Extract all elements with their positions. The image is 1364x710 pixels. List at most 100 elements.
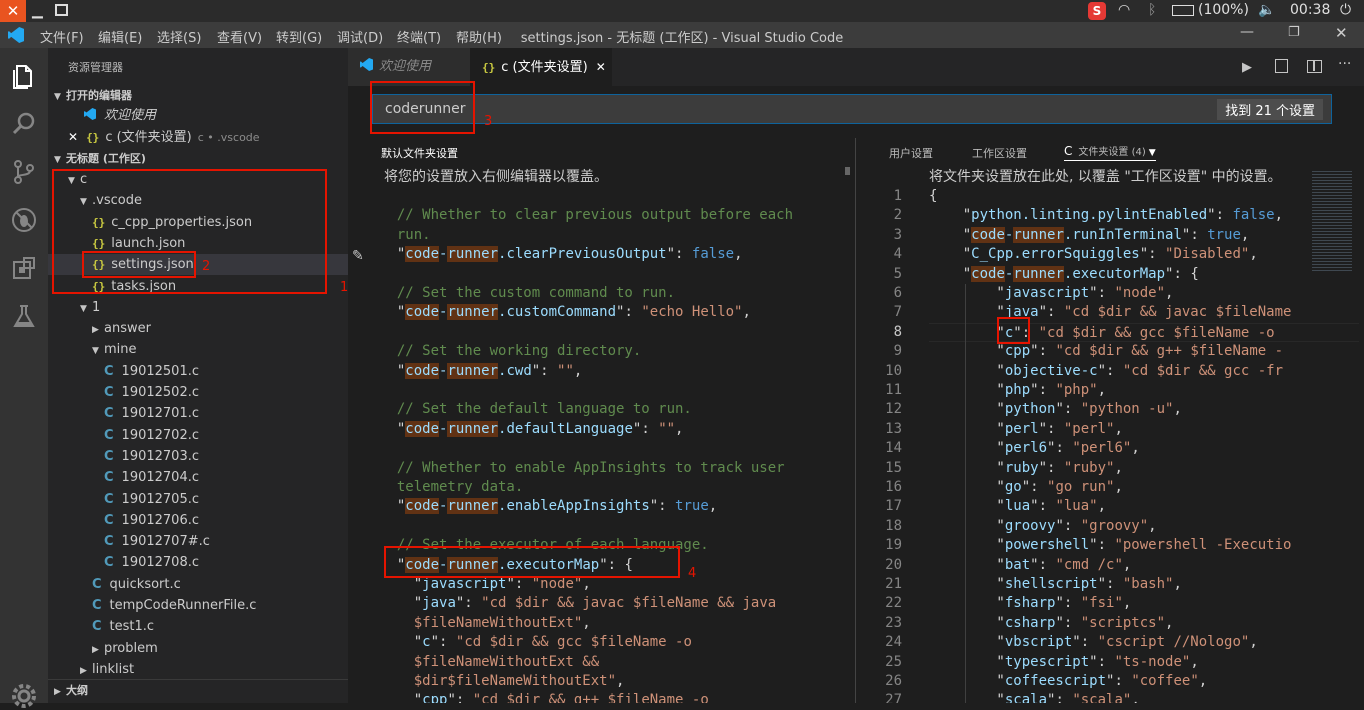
code-line: $fileNameWithoutExt && — [380, 653, 600, 670]
code-line[interactable]: "C_Cpp.errorSquiggles": "Disabled", — [929, 245, 1258, 264]
open-editors-section[interactable]: ▼ 打开的编辑器 — [48, 85, 348, 106]
close-window-button[interactable]: ✕ — [0, 0, 26, 22]
code-line[interactable]: "perl6": "perl6", — [929, 439, 1139, 458]
tree-item[interactable]: C 19012708.c — [48, 552, 348, 573]
open-editor-folder-settings[interactable]: ✕{} c (文件夹设置) c • .vscode — [48, 127, 348, 148]
tree-item[interactable]: C 19012705.c — [48, 489, 348, 510]
menu-item[interactable]: 帮助(H) — [456, 27, 502, 46]
code-line[interactable]: "fsharp": "fsi", — [929, 594, 1131, 613]
code-line[interactable]: "cpp": "cd $dir && g++ $fileName - — [929, 342, 1283, 361]
tree-item[interactable]: C 19012703.c — [48, 446, 348, 467]
code-line[interactable]: { — [929, 187, 937, 206]
tree-item[interactable]: C 19012702.c — [48, 425, 348, 446]
restore-button[interactable]: ❐ — [1288, 25, 1300, 40]
line-number: 25 — [885, 653, 902, 670]
tree-item[interactable]: C 19012701.c — [48, 403, 348, 424]
tree-item-label: test1.c — [109, 619, 155, 635]
code-line: "c": "cd $dir && gcc $fileName -o — [380, 634, 692, 651]
line-number: 11 — [885, 382, 902, 398]
outline-section[interactable]: ▶ 大纲 — [48, 679, 348, 700]
close-icon[interactable]: ✕ — [68, 130, 78, 144]
tree-item[interactable]: Cquicksort.c — [48, 574, 348, 595]
tree-item[interactable]: C 19012706.c — [48, 510, 348, 531]
code-line[interactable]: "python.linting.pylintEnabled": false, — [929, 206, 1283, 225]
search-icon[interactable] — [10, 110, 38, 138]
minimize-window-button[interactable]: ▁ — [32, 4, 43, 18]
volume-icon[interactable]: 🔈 — [1258, 2, 1275, 18]
code-line[interactable]: "java": "cd $dir && javac $fileName — [929, 303, 1291, 322]
edit-pencil-icon[interactable]: ✎ — [352, 248, 364, 264]
bluetooth-icon[interactable]: ᛒ — [1148, 2, 1156, 18]
code-line[interactable]: "groovy": "groovy", — [929, 517, 1156, 536]
minimize-button[interactable]: — — [1240, 24, 1254, 40]
run-code-icon[interactable]: ▶ — [1242, 60, 1252, 75]
code-line[interactable]: "bat": "cmd /c", — [929, 556, 1131, 575]
tree-item[interactable]: ▶ linklist — [48, 659, 348, 680]
code-line[interactable]: "code-runner.runInTerminal": true, — [929, 226, 1249, 245]
source-control-icon[interactable] — [10, 158, 38, 186]
code-line[interactable]: "objective-c": "cd $dir && gcc -fr — [929, 362, 1283, 381]
close-button[interactable]: ✕ — [1335, 24, 1348, 42]
open-editor-welcome[interactable]: 欢迎使用 — [48, 105, 348, 126]
menu-item[interactable]: 编辑(E) — [98, 27, 142, 46]
tree-item[interactable]: C 19012501.c — [48, 361, 348, 382]
test-flask-icon[interactable] — [10, 302, 38, 330]
battery-icon[interactable] — [1172, 5, 1194, 16]
code-line[interactable]: "scala": "scala", — [929, 691, 1139, 703]
close-icon[interactable]: ✕ — [596, 60, 606, 74]
minimap[interactable] — [1312, 171, 1352, 271]
split-editor-icon[interactable] — [1307, 60, 1322, 73]
power-icon[interactable]: ⏻ — [1340, 2, 1351, 18]
explorer-icon[interactable] — [10, 62, 38, 90]
code-line[interactable]: "c": "cd $dir && gcc $fileName -o — [929, 322, 1359, 343]
maximize-window-button[interactable] — [55, 4, 68, 16]
settings-gear-icon[interactable] — [10, 682, 38, 710]
c-file-icon: C — [104, 448, 114, 464]
tab-folder-settings-select[interactable]: C 文件夹设置 (4) ▼ — [1064, 143, 1156, 161]
code-line[interactable]: "powershell": "powershell -Executio — [929, 536, 1291, 555]
tree-item[interactable]: C 19012502.c — [48, 382, 348, 403]
code-line[interactable]: "ruby": "ruby", — [929, 459, 1122, 478]
menu-item[interactable]: 查看(V) — [217, 27, 262, 46]
menu-item[interactable]: 文件(F) — [40, 27, 84, 46]
code-line[interactable]: "shellscript": "bash", — [929, 575, 1181, 594]
menu-item[interactable]: 转到(G) — [276, 27, 322, 46]
more-actions-icon[interactable]: ··· — [1338, 56, 1351, 72]
tree-item-label: answer — [104, 321, 151, 337]
tab-workspace-settings[interactable]: 工作区设置 — [972, 145, 1027, 161]
tab-folder-settings[interactable]: {} c (文件夹设置) ✕ — [470, 48, 612, 86]
tree-item[interactable]: Ctest1.c — [48, 616, 348, 637]
tree-item[interactable]: C 19012707#.c — [48, 531, 348, 552]
tree-item[interactable]: ▶ answer — [48, 318, 348, 339]
menu-item[interactable]: 调试(D) — [337, 27, 383, 46]
tree-item-label: 19012703.c — [121, 448, 199, 464]
workspace-section[interactable]: ▼ 无标题 (工作区) — [48, 148, 348, 169]
tree-item[interactable]: ▼ 1 — [48, 297, 348, 318]
tab-user-settings[interactable]: 用户设置 — [889, 145, 933, 161]
code-line[interactable]: "python": "python -u", — [929, 400, 1181, 419]
code-line[interactable]: "code-runner.executorMap": { — [929, 265, 1199, 284]
tree-item[interactable]: ▶ problem — [48, 638, 348, 659]
code-line[interactable]: "vbscript": "cscript //Nologo", — [929, 633, 1257, 652]
code-line[interactable]: "lua": "lua", — [929, 497, 1106, 516]
debug-icon[interactable] — [10, 206, 38, 234]
code-line[interactable]: "go": "go run", — [929, 478, 1122, 497]
settings-search-box[interactable]: 找到 21 个设置 — [372, 94, 1332, 124]
tree-item[interactable]: ▼ mine — [48, 339, 348, 360]
settings-search-input[interactable] — [385, 99, 985, 119]
code-line[interactable]: "php": "php", — [929, 381, 1106, 400]
tree-item[interactable]: CtempCodeRunnerFile.c — [48, 595, 348, 616]
menu-item[interactable]: 终端(T) — [397, 27, 441, 46]
tree-item[interactable]: C 19012704.c — [48, 467, 348, 488]
chevron-right-icon: ▶ — [92, 644, 99, 655]
code-line[interactable]: "coffeescript": "coffee", — [929, 672, 1207, 691]
wifi-icon[interactable]: ◠ — [1118, 2, 1130, 18]
line-number: 17 — [885, 498, 902, 515]
open-changes-icon[interactable] — [1275, 59, 1288, 73]
code-line[interactable]: "perl": "perl", — [929, 420, 1122, 439]
extensions-icon[interactable] — [10, 254, 38, 282]
scroll-bar[interactable] — [845, 167, 850, 175]
code-line[interactable]: "typescript": "ts-node", — [929, 653, 1198, 672]
sogou-input-icon[interactable]: S — [1088, 2, 1106, 20]
menu-item[interactable]: 选择(S) — [157, 27, 201, 46]
